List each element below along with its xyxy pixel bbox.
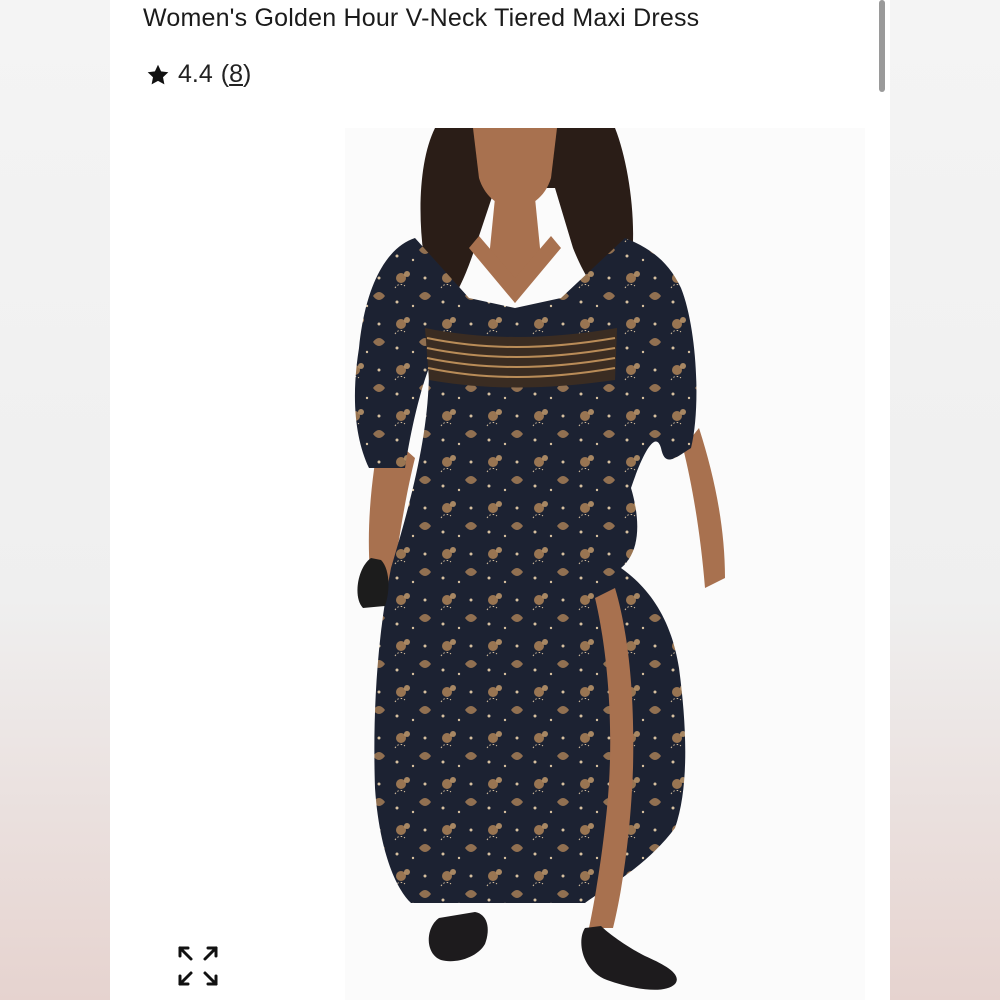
product-card: Women's Golden Hour V-Neck Tiered Maxi D… — [110, 0, 890, 1000]
review-count-link[interactable]: (8) — [221, 60, 252, 89]
star-icon — [146, 63, 170, 87]
rating-row: 4.4 (8) — [146, 60, 251, 89]
product-title: Women's Golden Hour V-Neck Tiered Maxi D… — [143, 4, 700, 32]
review-count-close: ) — [243, 60, 252, 88]
expand-image-button[interactable] — [176, 946, 220, 990]
background-blur-left — [0, 0, 110, 1000]
rating-value: 4.4 — [178, 60, 213, 88]
review-count-open: ( — [220, 60, 230, 88]
scrollbar[interactable] — [879, 0, 885, 92]
background-blur-right — [890, 0, 1000, 1000]
review-count: 8 — [229, 60, 243, 88]
expand-arrows-icon — [176, 944, 220, 993]
screen: Women's Golden Hour V-Neck Tiered Maxi D… — [0, 0, 1000, 1000]
product-image[interactable] — [345, 128, 865, 1000]
